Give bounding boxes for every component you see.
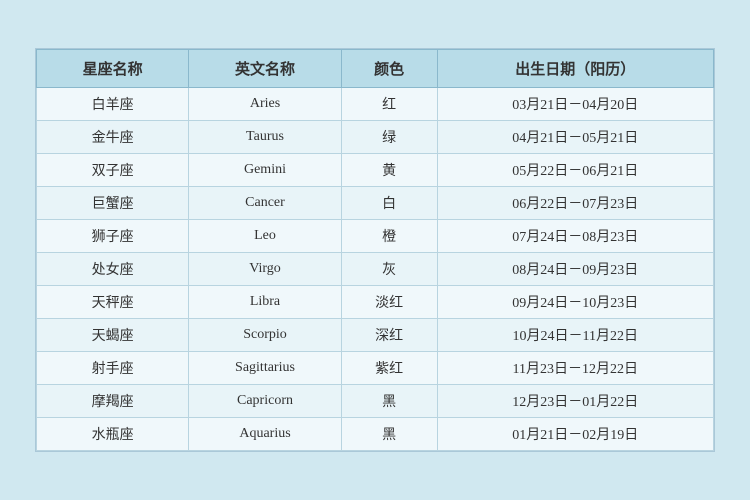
zodiac-table: 星座名称 英文名称 颜色 出生日期（阳历） 白羊座Aries红03月21日－04… [36,49,714,451]
cell-chinese: 处女座 [37,253,189,286]
table-row: 水瓶座Aquarius黑01月21日－02月19日 [37,418,714,451]
table-row: 处女座Virgo灰08月24日－09月23日 [37,253,714,286]
table-row: 巨蟹座Cancer白06月22日－07月23日 [37,187,714,220]
cell-english: Aries [189,88,341,121]
cell-dates: 10月24日－11月22日 [437,319,713,352]
cell-color: 灰 [341,253,437,286]
cell-dates: 01月21日－02月19日 [437,418,713,451]
cell-chinese: 金牛座 [37,121,189,154]
cell-chinese: 狮子座 [37,220,189,253]
col-header-english: 英文名称 [189,50,341,88]
table-row: 金牛座Taurus绿04月21日－05月21日 [37,121,714,154]
cell-color: 橙 [341,220,437,253]
cell-dates: 12月23日－01月22日 [437,385,713,418]
cell-chinese: 摩羯座 [37,385,189,418]
table-row: 双子座Gemini黄05月22日－06月21日 [37,154,714,187]
cell-english: Virgo [189,253,341,286]
cell-color: 黄 [341,154,437,187]
zodiac-table-container: 星座名称 英文名称 颜色 出生日期（阳历） 白羊座Aries红03月21日－04… [35,48,715,452]
cell-dates: 08月24日－09月23日 [437,253,713,286]
table-body: 白羊座Aries红03月21日－04月20日金牛座Taurus绿04月21日－0… [37,88,714,451]
table-row: 天蝎座Scorpio深红10月24日－11月22日 [37,319,714,352]
cell-chinese: 水瓶座 [37,418,189,451]
cell-color: 紫红 [341,352,437,385]
table-row: 狮子座Leo橙07月24日－08月23日 [37,220,714,253]
cell-dates: 09月24日－10月23日 [437,286,713,319]
table-row: 摩羯座Capricorn黑12月23日－01月22日 [37,385,714,418]
cell-chinese: 双子座 [37,154,189,187]
table-row: 天秤座Libra淡红09月24日－10月23日 [37,286,714,319]
col-header-color: 颜色 [341,50,437,88]
cell-chinese: 白羊座 [37,88,189,121]
cell-chinese: 天蝎座 [37,319,189,352]
cell-dates: 03月21日－04月20日 [437,88,713,121]
cell-dates: 07月24日－08月23日 [437,220,713,253]
cell-english: Aquarius [189,418,341,451]
cell-english: Cancer [189,187,341,220]
cell-color: 黑 [341,418,437,451]
cell-english: Capricorn [189,385,341,418]
cell-color: 绿 [341,121,437,154]
cell-english: Gemini [189,154,341,187]
cell-dates: 11月23日－12月22日 [437,352,713,385]
cell-color: 淡红 [341,286,437,319]
cell-english: Leo [189,220,341,253]
cell-chinese: 天秤座 [37,286,189,319]
table-row: 白羊座Aries红03月21日－04月20日 [37,88,714,121]
cell-dates: 05月22日－06月21日 [437,154,713,187]
cell-english: Taurus [189,121,341,154]
cell-chinese: 射手座 [37,352,189,385]
cell-english: Scorpio [189,319,341,352]
col-header-chinese: 星座名称 [37,50,189,88]
cell-color: 深红 [341,319,437,352]
cell-english: Sagittarius [189,352,341,385]
table-header-row: 星座名称 英文名称 颜色 出生日期（阳历） [37,50,714,88]
cell-color: 红 [341,88,437,121]
cell-english: Libra [189,286,341,319]
cell-color: 白 [341,187,437,220]
cell-dates: 04月21日－05月21日 [437,121,713,154]
cell-dates: 06月22日－07月23日 [437,187,713,220]
table-row: 射手座Sagittarius紫红11月23日－12月22日 [37,352,714,385]
cell-chinese: 巨蟹座 [37,187,189,220]
col-header-dates: 出生日期（阳历） [437,50,713,88]
cell-color: 黑 [341,385,437,418]
